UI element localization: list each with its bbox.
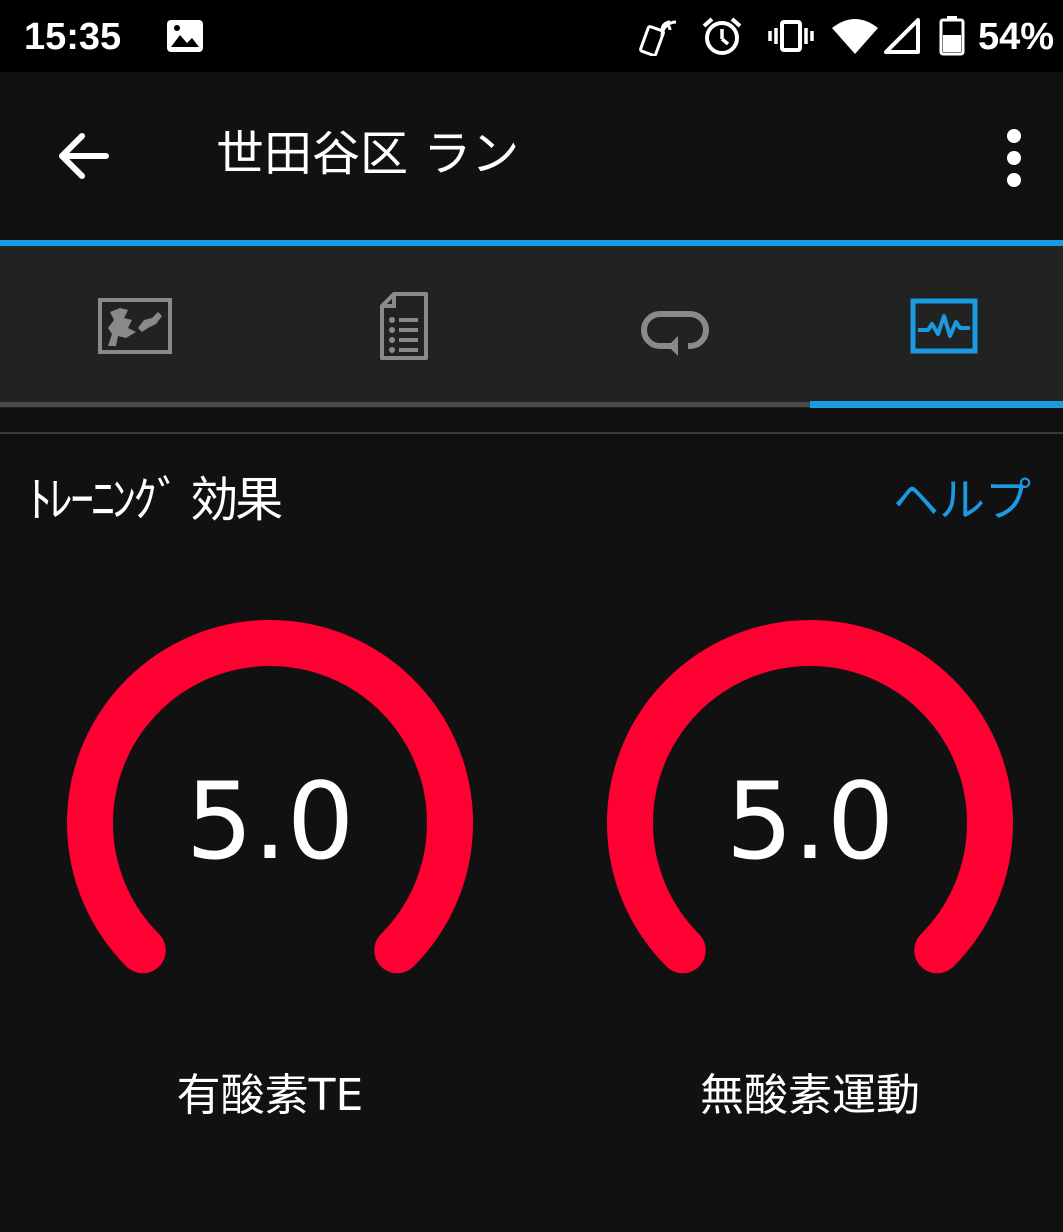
tab-details[interactable] — [270, 246, 535, 402]
activity-graph-icon — [910, 298, 978, 354]
gauge-label: 有酸素TE — [176, 1070, 364, 1121]
map-icon — [98, 298, 172, 354]
app-bar: 世田谷区 ラン — [0, 72, 1063, 240]
tab-laps[interactable] — [540, 246, 805, 402]
tab-selected-indicator — [810, 401, 1063, 408]
tab-activity-graph[interactable] — [808, 246, 1063, 402]
gallery-icon — [166, 19, 204, 57]
battery-icon — [938, 16, 968, 60]
tab-map[interactable] — [0, 246, 265, 402]
overflow-menu-button[interactable] — [992, 124, 1036, 192]
battery-percent: 54% — [978, 16, 1055, 58]
alarm-icon — [700, 16, 744, 60]
details-document-icon — [380, 292, 428, 360]
gauge-value: 5.0 — [185, 760, 355, 883]
laps-loop-icon — [641, 311, 709, 356]
tab-bar — [0, 246, 1063, 408]
cell-signal-icon — [882, 16, 922, 60]
page-title: 世田谷区 ラン — [216, 126, 520, 182]
aerobic-te-gauge: 5.0 — [67, 620, 473, 1026]
wifi-icon — [830, 16, 880, 60]
help-link[interactable]: ヘルプ — [893, 470, 1031, 530]
nfc-phone-icon — [638, 16, 682, 60]
vibrate-icon — [768, 16, 814, 60]
back-button[interactable] — [44, 116, 124, 196]
divider — [0, 432, 1063, 434]
status-bar: 15:35 54% — [0, 0, 1063, 72]
arrow-back-icon — [59, 133, 109, 179]
gauge-label: 無酸素運動 — [700, 1070, 920, 1121]
anaerobic-gauge: 5.0 — [607, 620, 1013, 1026]
status-time: 15:35 — [24, 16, 122, 58]
section-title: ﾄﾚｰﾆﾝｸﾞ 効果 — [28, 472, 283, 528]
gauge-value: 5.0 — [725, 760, 895, 883]
more-vert-icon — [1007, 129, 1021, 187]
